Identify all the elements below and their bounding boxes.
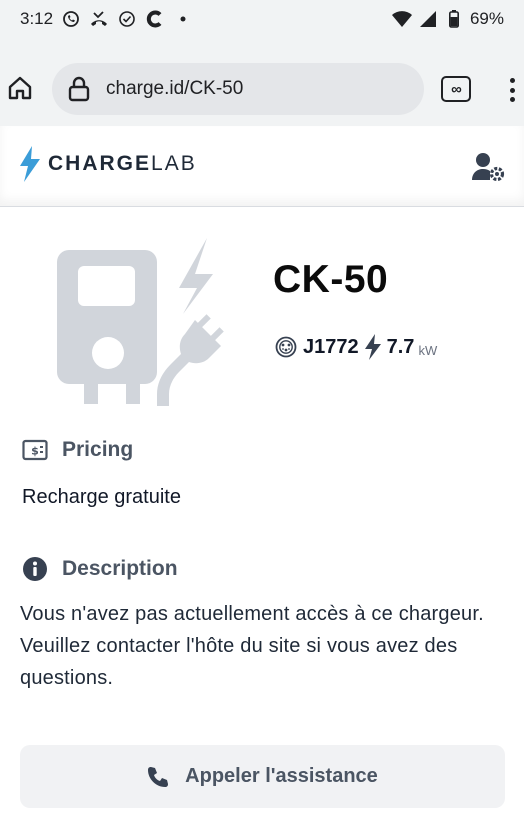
signal-icon (418, 9, 438, 29)
power-bolt-icon (364, 334, 381, 360)
pricing-text: Recharge gratuite (22, 486, 181, 508)
check-circle-icon (117, 9, 137, 29)
wifi-icon (391, 9, 412, 29)
browser-menu-button[interactable] (500, 74, 524, 106)
call-support-label: Appeler l'assistance (185, 765, 378, 787)
dot-icon (173, 9, 193, 29)
status-time: 3:12 (20, 9, 54, 28)
app-header: CHARGELAB (0, 126, 524, 207)
description-heading: Description (22, 556, 178, 582)
description-text: Vous n'avez pas actuellement accès à ce … (20, 603, 484, 689)
pricing-title: Pricing (62, 438, 134, 461)
url-text: charge.id/CK-50 (106, 78, 244, 99)
svg-text:$: $ (31, 445, 39, 458)
connector-type: J1772 (303, 335, 359, 358)
connector-info: J1772 7.7 kW (275, 334, 437, 360)
home-button[interactable] (4, 72, 36, 104)
logo-text: CHARGELAB (48, 152, 197, 175)
station-name: CK-50 (273, 258, 389, 301)
lightning-logo-icon (20, 146, 40, 182)
url-bar[interactable]: charge.id/CK-50 (52, 63, 424, 115)
tab-switcher-button[interactable]: ∞ (441, 76, 471, 102)
browser-toolbar: charge.id/CK-50 ∞ (0, 38, 524, 126)
user-settings-button[interactable] (472, 152, 506, 182)
app-c-icon (145, 9, 165, 29)
battery-percent: 69% (469, 9, 504, 28)
whatsapp-icon (61, 9, 81, 29)
phone-icon (148, 766, 169, 787)
status-bar: 3:12 69% (0, 0, 524, 38)
info-icon (22, 556, 48, 582)
lock-icon (66, 76, 92, 102)
menu-dot (509, 87, 515, 93)
missed-call-icon (89, 9, 109, 29)
battery-icon (444, 9, 464, 29)
charger-illustration (55, 236, 225, 406)
user-gear-icon (472, 153, 505, 182)
menu-dot (509, 97, 515, 102)
power-unit: kW (418, 342, 438, 358)
j1772-connector-icon (275, 336, 297, 358)
pricing-heading: $ Pricing (22, 437, 133, 463)
power-value: 7.7 (386, 335, 415, 358)
description-title: Description (62, 557, 178, 580)
price-tag-icon: $ (22, 437, 48, 463)
chargelab-logo[interactable]: CHARGELAB (18, 146, 197, 182)
call-support-button[interactable]: Appeler l'assistance (20, 745, 505, 808)
menu-dot (509, 78, 515, 83)
home-icon (8, 76, 32, 100)
